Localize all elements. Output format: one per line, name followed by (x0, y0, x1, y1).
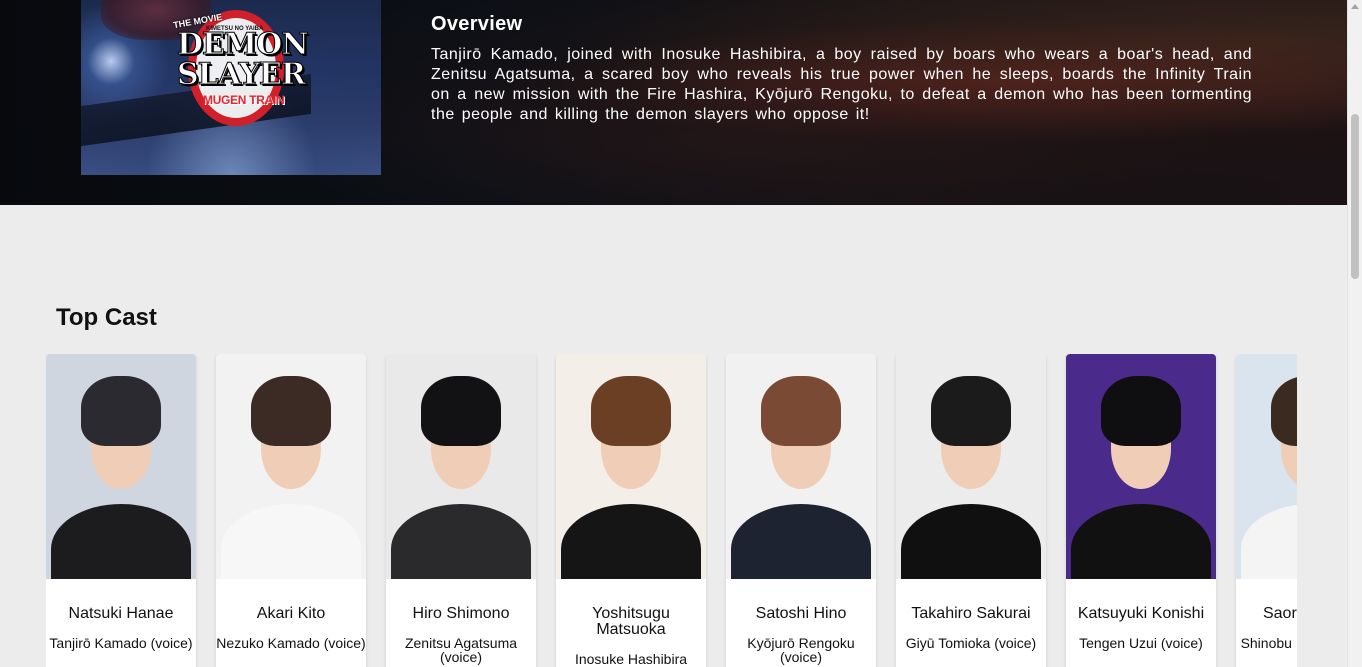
cast-name[interactable]: Akari Kito (216, 606, 366, 622)
cast-name[interactable]: Saori Hayami (1236, 606, 1297, 622)
scroll-up-arrow-icon[interactable] (1351, 4, 1359, 9)
cast-character: Inosuke Hashibira (574, 651, 688, 667)
cast-photo-hair (81, 376, 161, 446)
poster-title-line1: DEMON (177, 27, 310, 62)
cast-name[interactable]: Satoshi Hino (726, 606, 876, 622)
cast-character: Zenitsu Agatsuma (voice) (404, 635, 518, 665)
cast-photo-hair (591, 376, 671, 446)
cast-character: Tanjirō Kamado (voice) (49, 635, 193, 651)
cast-photo[interactable] (1236, 354, 1297, 579)
cast-character: Shinobu Kocho (voice) (1240, 635, 1297, 651)
top-cast-heading: Top Cast (56, 304, 157, 331)
page-scrollbar[interactable] (1347, 0, 1362, 667)
cast-name[interactable]: Hiro Shimono (386, 606, 536, 622)
cast-card[interactable]: Akari Kito Nezuko Kamado (voice) (216, 354, 366, 667)
cast-card[interactable]: Satoshi Hino Kyōjurō Rengoku (voice) (726, 354, 876, 667)
cast-name[interactable]: Natsuki Hanae (46, 606, 196, 622)
cast-photo[interactable] (1066, 354, 1216, 579)
cast-photo-hair (421, 376, 501, 446)
cast-photo[interactable] (216, 354, 366, 579)
hero-banner: THE MOVIE KIMETSU NO YAIBA DEMON SLAYER … (0, 0, 1347, 205)
cast-character: Giyū Tomioka (voice) (905, 635, 1037, 651)
cast-name[interactable]: Takahiro Sakurai (896, 606, 1046, 622)
cast-character: Nezuko Kamado (voice) (216, 635, 366, 651)
cast-photo[interactable] (896, 354, 1046, 579)
cast-card[interactable]: Katsuyuki Konishi Tengen Uzui (voice) (1066, 354, 1216, 667)
cast-card[interactable]: Takahiro Sakurai Giyū Tomioka (voice) (896, 354, 1046, 667)
scrollbar-thumb[interactable] (1351, 114, 1359, 279)
poster-title: DEMON SLAYER (177, 27, 310, 92)
cast-card[interactable]: Hiro Shimono Zenitsu Agatsuma (voice) (386, 354, 536, 667)
cast-photo-hair (761, 376, 841, 446)
cast-photo-hair (931, 376, 1011, 446)
movie-poster: THE MOVIE KIMETSU NO YAIBA DEMON SLAYER … (81, 0, 381, 175)
cast-character: Tengen Uzui (voice) (1079, 635, 1203, 651)
cast-card[interactable]: Natsuki Hanae Tanjirō Kamado (voice) (46, 354, 196, 667)
cast-name[interactable]: Katsuyuki Konishi (1066, 606, 1216, 622)
cast-character: Kyōjurō Rengoku (voice) (747, 635, 855, 665)
cast-photo[interactable] (726, 354, 876, 579)
cast-photo[interactable] (386, 354, 536, 579)
cast-photo[interactable] (556, 354, 706, 579)
poster-title-line2: SLAYER (177, 57, 307, 92)
overview-text: Tanjirō Kamado, joined with Inosuke Hash… (431, 46, 1252, 123)
cast-photo-hair (1101, 376, 1181, 446)
cast-card[interactable]: Saori Hayami Shinobu Kocho (voice) (1236, 354, 1297, 667)
overview-heading: Overview (431, 13, 523, 35)
cast-card[interactable]: Yoshitsugu Matsuoka Inosuke Hashibira (556, 354, 706, 667)
poster-subtitle: MUGEN TRAIN (203, 93, 285, 107)
cast-photo[interactable] (46, 354, 196, 579)
cast-photo-hair (251, 376, 331, 446)
cast-carousel[interactable]: Natsuki Hanae Tanjirō Kamado (voice) Akari… (46, 354, 1297, 667)
cast-name[interactable]: Yoshitsugu Matsuoka (556, 606, 706, 638)
movie-detail-page: THE MOVIE KIMETSU NO YAIBA DEMON SLAYER … (0, 0, 1347, 667)
